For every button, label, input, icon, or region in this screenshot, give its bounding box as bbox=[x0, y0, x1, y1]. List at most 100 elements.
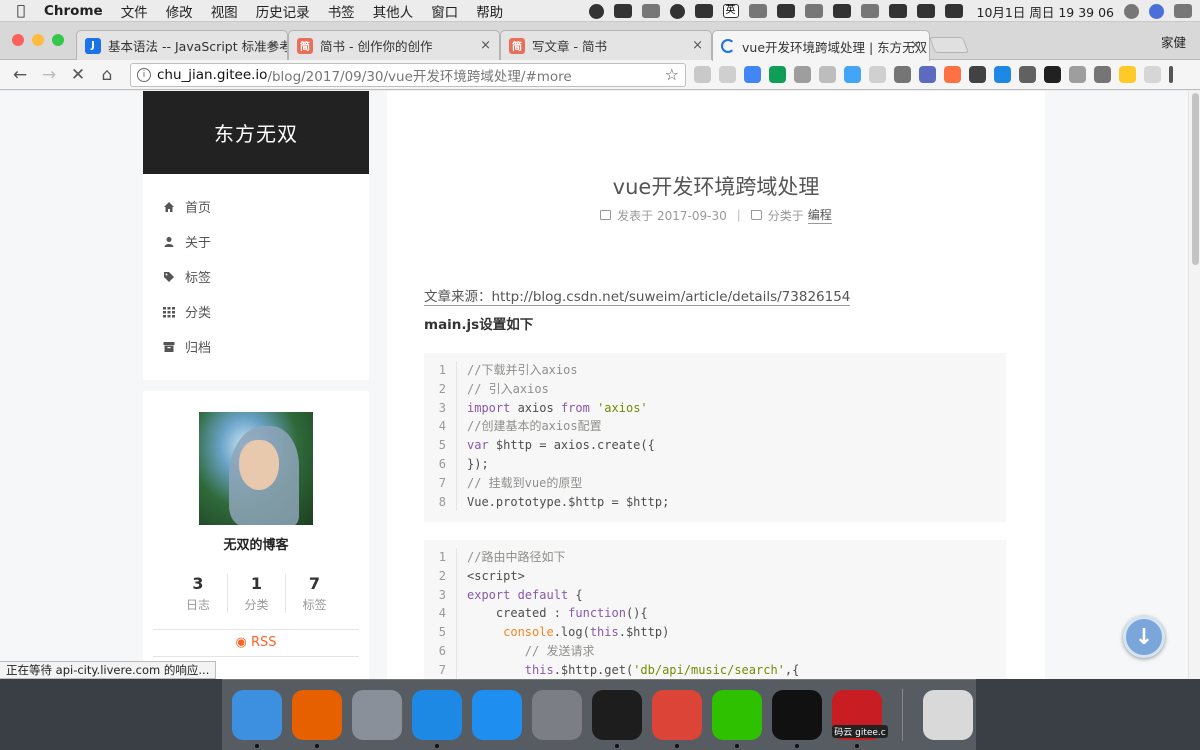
stat-categories[interactable]: 1 分类 bbox=[227, 574, 285, 613]
page-scrollbar[interactable] bbox=[1188, 91, 1200, 679]
safari-icon[interactable] bbox=[412, 690, 462, 748]
mac-dock: 码云 gitee.c bbox=[222, 679, 976, 750]
tab-vue-cors[interactable]: vue开发环境跨域处理 | 东方无双 × bbox=[712, 30, 930, 61]
input-method-icon[interactable]: 英 bbox=[722, 4, 739, 18]
close-icon[interactable]: × bbox=[268, 38, 279, 53]
close-icon[interactable]: × bbox=[692, 38, 703, 53]
extension-icon[interactable] bbox=[1144, 66, 1161, 83]
notification-center-icon[interactable] bbox=[1174, 4, 1192, 18]
extension-icon[interactable] bbox=[844, 66, 861, 83]
menubar-clock[interactable]: 10月1日 周日 19 39 06 bbox=[977, 2, 1114, 21]
extension-icon[interactable] bbox=[994, 66, 1011, 83]
translate-icon[interactable] bbox=[744, 66, 761, 83]
transfer-icon[interactable] bbox=[641, 4, 660, 18]
zoom-window-icon[interactable] bbox=[52, 34, 64, 46]
spotlight-icon[interactable] bbox=[1124, 3, 1139, 19]
volume-icon[interactable] bbox=[888, 4, 907, 18]
new-tab-button[interactable] bbox=[929, 37, 969, 53]
mac-menubar:  Chrome 文件 修改 视图 历史记录 书签 其他人 窗口 帮助 英 10… bbox=[0, 0, 1200, 22]
close-icon[interactable]: × bbox=[480, 38, 491, 53]
tab-jianshu-write[interactable]: 简 写文章 - 简书 × bbox=[500, 30, 712, 60]
eject-icon[interactable] bbox=[860, 4, 879, 18]
qq-status-icon[interactable] bbox=[588, 3, 604, 19]
wechat-icon[interactable] bbox=[712, 690, 762, 748]
extension-icon[interactable] bbox=[1094, 66, 1111, 83]
post-category-link[interactable]: 编程 bbox=[807, 206, 832, 224]
extension-icon[interactable] bbox=[819, 66, 836, 83]
minimize-window-icon[interactable] bbox=[32, 34, 44, 46]
menubar-item-file[interactable]: 文件 bbox=[121, 1, 148, 21]
menubar-item-view[interactable]: 视图 bbox=[211, 1, 238, 21]
app-store-icon[interactable] bbox=[472, 690, 522, 740]
bluetooth-icon[interactable] bbox=[748, 4, 767, 18]
source-link[interactable]: 文章来源：http://blog.csdn.net/suweim/article… bbox=[424, 285, 851, 306]
archive-icon bbox=[163, 341, 175, 352]
forward-icon[interactable]: → bbox=[37, 65, 61, 85]
battery-icon[interactable] bbox=[916, 4, 935, 18]
mic-icon[interactable] bbox=[694, 4, 713, 18]
cloud-icon[interactable] bbox=[669, 3, 685, 19]
home-icon[interactable]: ⌂ bbox=[95, 65, 119, 85]
gitee-icon[interactable]: 码云 gitee.c bbox=[832, 690, 888, 748]
chrome-icon[interactable] bbox=[652, 690, 702, 748]
scrollbar-thumb[interactable] bbox=[1192, 93, 1199, 265]
back-icon[interactable]: ← bbox=[8, 65, 32, 85]
bookmark-star-icon[interactable]: ☆ bbox=[665, 65, 679, 84]
menubar-item-window[interactable]: 窗口 bbox=[431, 1, 458, 21]
menubar-item-history[interactable]: 历史记录 bbox=[256, 1, 310, 21]
site-brand[interactable]: 东方无双 bbox=[143, 91, 369, 174]
wechat-status-icon[interactable] bbox=[613, 4, 632, 18]
extension-icon[interactable] bbox=[869, 66, 886, 83]
close-icon[interactable]: × bbox=[910, 38, 921, 53]
profile-name[interactable]: 家健 bbox=[1161, 32, 1186, 51]
shield-icon[interactable] bbox=[769, 66, 786, 83]
menubar-app-name[interactable]: Chrome bbox=[44, 3, 103, 19]
launchpad-icon[interactable] bbox=[352, 690, 402, 740]
menu-item-about[interactable]: 关于 bbox=[143, 224, 369, 259]
trash-icon[interactable] bbox=[923, 690, 973, 740]
extension-icon[interactable] bbox=[944, 66, 961, 83]
stat-tags[interactable]: 7 标签 bbox=[285, 574, 343, 613]
close-window-icon[interactable] bbox=[12, 34, 24, 46]
stat-posts[interactable]: 3 日志 bbox=[169, 574, 227, 613]
keyboard-icon[interactable] bbox=[776, 4, 795, 18]
tab-javascript-syntax[interactable]: J 基本语法 -- JavaScript 标准参考 × bbox=[76, 30, 288, 60]
extension-icon[interactable] bbox=[1019, 66, 1036, 83]
firefox-icon[interactable] bbox=[292, 690, 342, 748]
sogou-icon[interactable] bbox=[944, 4, 963, 18]
menubar-item-people[interactable]: 其他人 bbox=[373, 1, 414, 21]
airplay-icon[interactable] bbox=[832, 4, 851, 18]
tab-jianshu-home[interactable]: 简 简书 - 创作你的创作 × bbox=[288, 30, 500, 60]
address-bar[interactable]: i chu_jian.gitee.io /blog/2017/09/30/vue… bbox=[130, 62, 686, 87]
menu-item-home[interactable]: 首页 bbox=[143, 189, 369, 224]
apple-icon[interactable]:  bbox=[12, 3, 30, 19]
pilcrow-icon[interactable] bbox=[969, 66, 986, 83]
extension-icon[interactable] bbox=[1119, 66, 1136, 83]
chrome-menu-icon[interactable] bbox=[1169, 66, 1173, 83]
qq-icon[interactable] bbox=[772, 690, 822, 748]
scroll-down-button[interactable]: ↓ bbox=[1123, 616, 1165, 658]
stop-icon[interactable]: ✕ bbox=[66, 65, 90, 85]
menubar-item-bookmarks[interactable]: 书签 bbox=[328, 1, 355, 21]
extension-icon[interactable] bbox=[919, 66, 936, 83]
menubar-item-help[interactable]: 帮助 bbox=[476, 1, 503, 21]
terminal-icon[interactable] bbox=[592, 690, 642, 748]
qr-code-icon[interactable] bbox=[1044, 66, 1061, 83]
menubar-item-edit[interactable]: 修改 bbox=[166, 1, 193, 21]
site-info-icon[interactable]: i bbox=[137, 67, 151, 82]
menu-item-categories[interactable]: 分类 bbox=[143, 294, 369, 329]
finder-icon[interactable] bbox=[232, 690, 282, 748]
wifi-icon[interactable] bbox=[804, 4, 823, 18]
extension-icon[interactable] bbox=[794, 66, 811, 83]
menu-item-tags[interactable]: 标签 bbox=[143, 259, 369, 294]
extension-icon[interactable] bbox=[1069, 66, 1086, 83]
fonts-extension-icon[interactable] bbox=[694, 66, 711, 83]
vue-devtools-icon[interactable] bbox=[894, 66, 911, 83]
menu-item-archives[interactable]: 归档 bbox=[143, 329, 369, 364]
system-preferences-icon[interactable] bbox=[532, 690, 582, 740]
extension-icon[interactable] bbox=[719, 66, 736, 83]
siri-icon[interactable] bbox=[1149, 3, 1164, 19]
line-number: 3 bbox=[438, 587, 446, 602]
rss-link[interactable]: ◉ RSS bbox=[153, 629, 359, 657]
